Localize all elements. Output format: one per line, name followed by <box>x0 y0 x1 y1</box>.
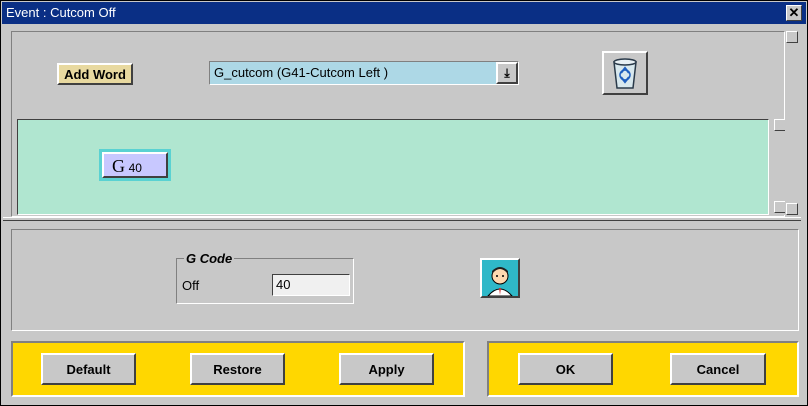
dropdown-arrow-icon[interactable]: ⤓ <box>496 62 518 84</box>
window-title: Event : Cutcom Off <box>6 5 116 20</box>
title-bar[interactable]: Event : Cutcom Off ✕ <box>2 2 806 24</box>
add-word-button[interactable]: Add Word <box>57 63 133 85</box>
g-word-value: 40 <box>128 161 142 175</box>
word-select-value: G_cutcom (G41-Cutcom Left ) <box>214 65 389 80</box>
event-dialog: Event : Cutcom Off ✕ Add Word G_cutcom (… <box>0 0 808 406</box>
default-button[interactable]: Default <box>41 353 136 385</box>
user-button[interactable] <box>480 258 520 298</box>
close-button[interactable]: ✕ <box>786 5 802 21</box>
apply-button[interactable]: Apply <box>339 353 434 385</box>
recycle-bin-icon <box>613 58 637 89</box>
scroll-up-arrow-icon[interactable] <box>786 31 798 43</box>
g-word-letter: G <box>112 156 125 176</box>
off-value-input[interactable]: 40 <box>272 274 350 296</box>
cancel-button[interactable]: Cancel <box>670 353 766 385</box>
parameter-panel <box>11 229 799 331</box>
panel-splitter[interactable] <box>3 217 801 221</box>
g-code-group-title: G Code <box>184 251 235 266</box>
off-label: Off <box>182 278 200 293</box>
panel-scrollbar[interactable] <box>785 31 799 217</box>
ok-button[interactable]: OK <box>518 353 613 385</box>
scroll-down-arrow-icon[interactable] <box>786 203 798 215</box>
g-word-tile[interactable]: G 40 <box>99 149 171 181</box>
restore-button[interactable]: Restore <box>190 353 285 385</box>
person-icon <box>482 260 518 297</box>
word-select[interactable]: G_cutcom (G41-Cutcom Left ) ⤓ <box>209 61 519 85</box>
recycle-bin-button[interactable] <box>602 51 648 95</box>
